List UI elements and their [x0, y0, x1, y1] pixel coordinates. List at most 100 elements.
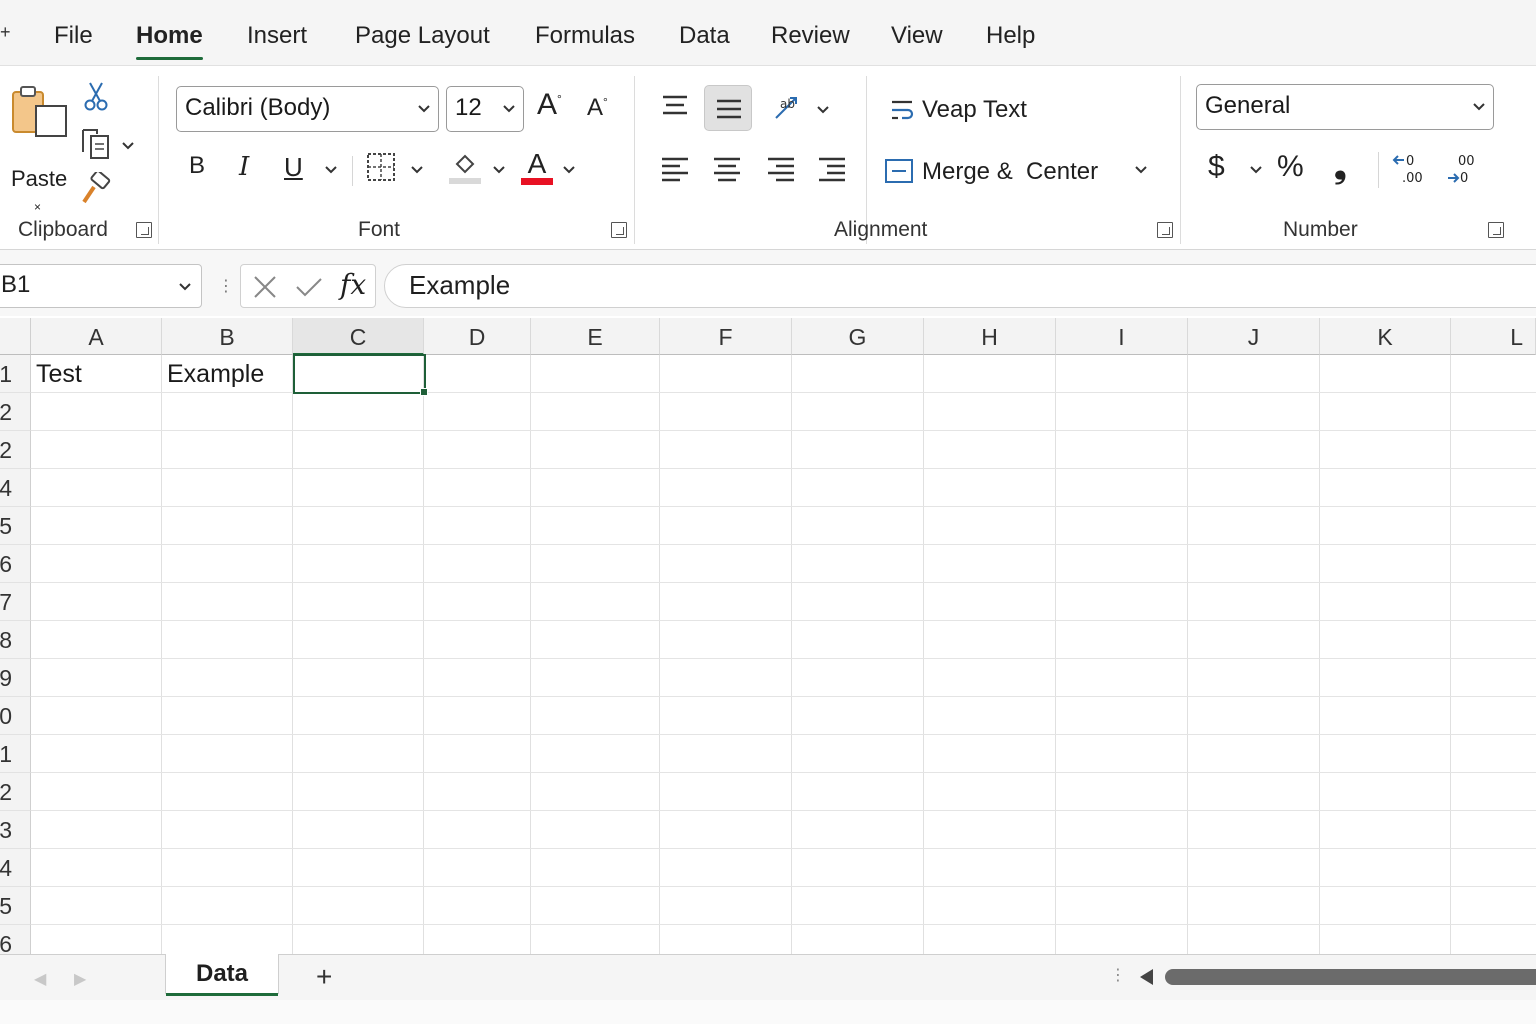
column-header[interactable]: J: [1188, 318, 1320, 355]
tab-formulas[interactable]: Formulas: [535, 20, 635, 54]
row-header[interactable]: 9: [0, 659, 31, 697]
active-cell-selection[interactable]: [293, 354, 428, 396]
column-header[interactable]: D: [424, 318, 531, 355]
decrease-decimal-icon[interactable]: 00 0: [1446, 152, 1480, 186]
borders-icon[interactable]: [366, 152, 396, 182]
row-header[interactable]: 3: [0, 811, 31, 849]
indent-icon[interactable]: [818, 156, 846, 182]
orientation-dropdown-chevron-icon[interactable]: [817, 104, 829, 116]
currency-button[interactable]: $: [1208, 152, 1225, 182]
align-right-icon[interactable]: [767, 156, 795, 182]
copy-dropdown-chevron-icon[interactable]: [122, 140, 134, 152]
fill-color-dropdown-chevron-icon[interactable]: [493, 164, 505, 176]
svg-text:.00: .00: [1402, 171, 1423, 186]
column-header[interactable]: K: [1320, 318, 1451, 355]
worksheet-grid[interactable]: A B C D E F G H I J K L 1 2 2 4 5 6 7 8 …: [0, 318, 1536, 954]
merge-center-button[interactable]: Merge & Center: [884, 154, 1154, 190]
underline-button[interactable]: U: [284, 154, 303, 180]
fill-color-icon[interactable]: [449, 152, 481, 186]
row-header[interactable]: 2: [0, 431, 31, 469]
row-header[interactable]: 7: [0, 583, 31, 621]
row-header[interactable]: 2: [0, 393, 31, 431]
increase-font-size-icon[interactable]: A°: [537, 90, 562, 120]
quick-access-icon[interactable]: +: [0, 22, 11, 42]
font-launcher-icon[interactable]: [611, 222, 627, 238]
middle-align-button[interactable]: [704, 85, 752, 131]
cancel-icon[interactable]: [253, 275, 277, 299]
column-header[interactable]: E: [531, 318, 660, 355]
row-number: 7: [0, 589, 12, 615]
copy-icon[interactable]: [80, 128, 112, 160]
align-left-icon[interactable]: [661, 156, 689, 182]
font-color-dropdown-chevron-icon[interactable]: [563, 164, 575, 176]
cell-a1[interactable]: Test: [36, 355, 82, 393]
select-all-corner[interactable]: [0, 318, 31, 355]
italic-button[interactable]: I: [239, 154, 249, 180]
row-header[interactable]: 1: [0, 735, 31, 773]
underline-dropdown-chevron-icon[interactable]: [325, 164, 337, 176]
number-format-combo[interactable]: General: [1196, 84, 1494, 130]
tab-review[interactable]: Review: [771, 20, 850, 54]
font-size-combo[interactable]: 12: [446, 86, 524, 132]
column-header[interactable]: I: [1056, 318, 1188, 355]
tab-page-layout[interactable]: Page Layout: [355, 20, 490, 54]
column-header[interactable]: C: [293, 318, 424, 355]
row-header[interactable]: 0: [0, 697, 31, 735]
horizontal-scrollbar-thumb[interactable]: [1165, 969, 1536, 985]
cell-b1[interactable]: Example: [167, 355, 264, 393]
increase-decimal-icon[interactable]: 0 .00: [1392, 152, 1426, 186]
row-header[interactable]: 1: [0, 355, 31, 393]
align-center-icon[interactable]: [713, 156, 741, 182]
tab-insert[interactable]: Insert: [247, 20, 307, 54]
column-header[interactable]: B: [162, 318, 293, 355]
column-header[interactable]: L: [1451, 318, 1536, 355]
formula-input[interactable]: Example: [384, 264, 1536, 308]
borders-dropdown-chevron-icon[interactable]: [411, 164, 423, 176]
row-header[interactable]: 8: [0, 621, 31, 659]
column-header[interactable]: F: [660, 318, 792, 355]
scroll-left-arrow-icon[interactable]: [1140, 969, 1153, 985]
row-header[interactable]: 4: [0, 849, 31, 887]
alignment-launcher-icon[interactable]: [1157, 222, 1173, 238]
row-header[interactable]: 6: [0, 545, 31, 583]
row-header[interactable]: 6: [0, 925, 31, 954]
column-header[interactable]: H: [924, 318, 1056, 355]
name-box-value: B1: [1, 271, 31, 298]
font-name-combo[interactable]: Calibri (Body): [176, 86, 439, 132]
bold-button[interactable]: B: [189, 154, 205, 178]
font-color-button[interactable]: A: [521, 150, 553, 186]
orientation-icon[interactable]: ab: [772, 92, 804, 122]
scroll-sheets-right-icon[interactable]: ▶: [74, 969, 86, 989]
tab-data[interactable]: Data: [679, 20, 730, 54]
name-box[interactable]: B1: [0, 264, 202, 308]
row-header[interactable]: 2: [0, 773, 31, 811]
column-header[interactable]: A: [31, 318, 162, 355]
tab-view[interactable]: View: [891, 20, 943, 54]
scroll-sheets-left-icon[interactable]: ◀: [34, 969, 46, 989]
merge-dropdown-chevron-icon[interactable]: [1135, 164, 1147, 176]
format-painter-icon[interactable]: [80, 172, 112, 206]
row-header[interactable]: 5: [0, 887, 31, 925]
number-launcher-icon[interactable]: [1488, 222, 1504, 238]
tab-file[interactable]: File: [54, 20, 93, 54]
add-sheet-button[interactable]: +: [316, 961, 332, 993]
column-header[interactable]: G: [792, 318, 924, 355]
clipboard-launcher-icon[interactable]: [136, 222, 152, 238]
paste-button[interactable]: Paste ×: [4, 82, 67, 214]
tab-home[interactable]: Home: [136, 20, 203, 60]
percent-button[interactable]: %: [1277, 152, 1304, 182]
gridline: [31, 468, 1536, 469]
row-header[interactable]: 5: [0, 507, 31, 545]
more-options-icon[interactable]: ⋮: [218, 276, 234, 296]
row-header[interactable]: 4: [0, 469, 31, 507]
cut-icon[interactable]: [84, 80, 108, 112]
insert-function-icon[interactable]: fx: [340, 268, 366, 301]
more-options-icon[interactable]: ⋮: [1110, 965, 1126, 985]
decrease-font-size-icon[interactable]: A°: [587, 96, 608, 120]
tab-help[interactable]: Help: [986, 20, 1035, 54]
sheet-tab-data[interactable]: Data: [165, 954, 279, 996]
comma-style-button[interactable]: ❟: [1334, 150, 1347, 182]
currency-dropdown-chevron-icon[interactable]: [1250, 164, 1262, 176]
enter-check-icon[interactable]: [295, 275, 323, 299]
top-align-icon[interactable]: [661, 94, 689, 118]
